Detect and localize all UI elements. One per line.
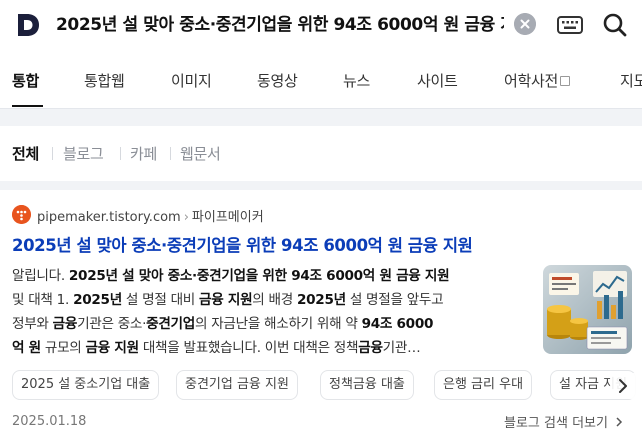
tistory-favicon-icon [12, 205, 31, 224]
snippet-highlight: 2025년 [73, 292, 122, 308]
external-link-icon [560, 76, 571, 86]
snippet-line: 억 원 규모의 금융 지원 대책을 발표했습니다. 이번 대책은 정책금융기관… [12, 336, 530, 360]
tab-dictionary[interactable]: 어학사전 [504, 70, 571, 91]
snippet-line: 정부와 금융기관은 중소·중견기업의 자금난을 해소하기 위해 약 94조 60… [12, 312, 530, 336]
snippet-text: 기관은 중소· [77, 316, 147, 332]
filter-separator [120, 147, 121, 160]
more-results-link[interactable]: 블로그 검색 더보기 [504, 412, 624, 431]
snippet-text: 의 자금난을 해소하기 위해 약 [194, 316, 362, 332]
snippet-text: 대책을 발표했습니다. 이번 대책은 정책 [138, 340, 359, 356]
tab-news[interactable]: 뉴스 [343, 70, 370, 91]
keyboard-icon[interactable] [556, 14, 584, 36]
chevron-right-icon[interactable] [610, 373, 636, 399]
snippet-highlight: 2025년 [296, 292, 346, 308]
section-divider [0, 181, 642, 190]
tab-sites[interactable]: 사이트 [417, 70, 458, 91]
clear-icon[interactable] [514, 13, 536, 35]
filter-separator [170, 147, 171, 160]
related-chip[interactable]: 정책금융 대출 [320, 370, 414, 400]
snippet-highlight: 94조 6000 [361, 316, 434, 332]
result-source[interactable]: pipemaker.tistory.com › 파이프메이커 [37, 206, 264, 225]
result-snippet: 알립니다. 2025년 설 맞아 중소·중견기업을 위한 94조 6000억 원… [12, 264, 530, 360]
chevron-right-icon [616, 417, 623, 427]
snippet-text: 의 배경 [252, 292, 297, 308]
tab-dictionary-label: 어학사전 [504, 72, 559, 90]
snippet-highlight: 중견기업 [146, 316, 195, 332]
snippet-line: 알립니다. 2025년 설 맞아 중소·중견기업을 위한 94조 6000억 원… [12, 264, 530, 288]
search-input[interactable]: 2025년 설 맞아 중소·중견기업을 위한 94조 6000억 원 금융 지원 [56, 12, 504, 38]
logo-icon[interactable] [14, 11, 42, 39]
snippet-text: 정부와 [12, 316, 53, 332]
search-bar: 2025년 설 맞아 중소·중견기업을 위한 94조 6000억 원 금융 지원 [0, 0, 642, 52]
snippet-text: 알립니다. [12, 268, 69, 284]
tab-videos[interactable]: 동영상 [257, 70, 298, 91]
snippet-line: 및 대책 1. 2025년 설 명절 대비 금융 지원의 배경 2025년 설 … [12, 288, 530, 312]
filter-webdocs[interactable]: 웹문서 [180, 143, 221, 164]
result-site-name: 파이프메이커 [191, 210, 264, 225]
related-chips: 2025 설 중소기업 대출 중견기업 금융 지원 정책금융 대출 은행 금리 … [12, 370, 642, 402]
snippet-highlight: 금융 지원 [85, 340, 140, 356]
related-chip[interactable]: 2025 설 중소기업 대출 [12, 370, 160, 400]
search-tabs: 통합 통합웹 이미지 동영상 뉴스 사이트 어학사전 지도 [0, 56, 642, 108]
snippet-highlight: 금융 [358, 340, 383, 356]
tab-images[interactable]: 이미지 [171, 70, 212, 91]
filter-blog[interactable]: 블로그 [63, 143, 104, 164]
filter-separator [52, 147, 53, 160]
filter-row: 전체 블로그 카페 웹문서 [0, 126, 642, 181]
snippet-text: 규모의 [40, 340, 86, 356]
result-thumbnail[interactable] [543, 265, 632, 354]
search-icon[interactable] [600, 10, 630, 40]
snippet-text: 설 명절 대비 [121, 292, 200, 308]
more-results-label: 블로그 검색 더보기 [504, 416, 608, 431]
snippet-text: 설 명절을 앞두고 [345, 292, 444, 308]
filter-all[interactable]: 전체 [12, 143, 39, 164]
section-divider [0, 108, 642, 126]
tab-map[interactable]: 지도 [620, 70, 642, 91]
search-result-card: pipemaker.tistory.com › 파이프메이커 2025년 설 맞아 … [0, 190, 642, 438]
result-date: 2025.01.18 [12, 414, 87, 429]
snippet-highlight: 억 원 [12, 340, 41, 356]
tab-web[interactable]: 통합웹 [84, 70, 125, 91]
snippet-highlight: 금융 지원 [199, 292, 253, 308]
tab-all[interactable]: 통합 [12, 70, 39, 91]
snippet-text: 및 대책 1. [12, 292, 74, 308]
snippet-highlight: 금융 [52, 316, 78, 332]
related-chip[interactable]: 중견기업 금융 지원 [176, 370, 298, 400]
result-domain: pipemaker.tistory.com [37, 210, 181, 225]
filter-cafe[interactable]: 카페 [130, 143, 157, 164]
snippet-highlight: 2025년 설 맞아 중소·중견기업을 위한 94조 6000억 원 금융 지원 [68, 268, 450, 284]
active-tab-indicator [12, 105, 43, 107]
snippet-text: 기관… [382, 340, 421, 356]
related-chip[interactable]: 은행 금리 우대 [434, 370, 533, 400]
result-title-link[interactable]: 2025년 설 맞아 중소·중견기업을 위한 94조 6000억 원 금융 지원 [12, 232, 473, 256]
breadcrumb-separator: › [183, 210, 189, 225]
